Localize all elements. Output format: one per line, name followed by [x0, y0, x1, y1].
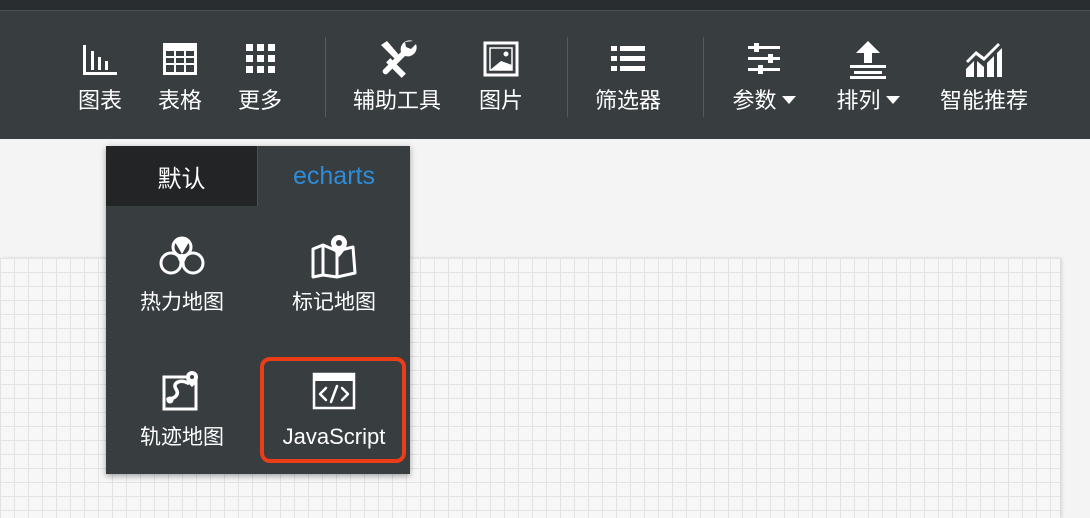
toolbar-item-label: 更多 [237, 89, 282, 114]
toolbar-item-label: 排列 [836, 89, 881, 114]
image-icon [481, 39, 521, 79]
map-chart-dropdown: 默认 echarts 热力地图 标记地图 轨迹地图 JavaScript [106, 146, 410, 474]
dropdown-tabs: 默认 echarts [106, 146, 410, 206]
toolbar-item-label: 表格 [157, 89, 202, 114]
list-filter-icon [608, 39, 648, 79]
toolbar-smart-recommend-button[interactable]: 智能推荐 [932, 11, 1036, 139]
caret-down-icon [781, 96, 796, 104]
toolbar-table-button[interactable]: 表格 [150, 11, 210, 139]
toolbar-more-button[interactable]: 更多 [230, 11, 290, 139]
table-icon [160, 39, 200, 79]
toolbar-tools-button[interactable]: 辅助工具 [345, 11, 449, 139]
toolbar-item-label: 筛选器 [594, 89, 661, 114]
toolbar-item-label: 图片 [478, 89, 523, 114]
caret-down-icon [885, 96, 900, 104]
tab-default[interactable]: 默认 [106, 146, 257, 206]
bar-chart-icon [80, 39, 120, 79]
toolbar-filter-button[interactable]: 筛选器 [588, 11, 668, 139]
toolbar-params-label-wrap: 参数 [732, 87, 796, 117]
javascript-item[interactable]: JavaScript [264, 341, 404, 451]
marker-map-item[interactable]: 标记地图 [264, 206, 404, 316]
grid-dots-icon [240, 39, 280, 79]
toolbar-item-label: 智能推荐 [939, 89, 1028, 114]
map-item-label: 轨迹地图 [140, 425, 224, 449]
heatmap-item[interactable]: 热力地图 [112, 206, 252, 316]
toolbar-params-dropdown[interactable]: 参数 [724, 11, 804, 139]
trajectory-map-icon [160, 369, 204, 413]
map-item-label: JavaScript [282, 424, 386, 449]
marker-map-icon [309, 234, 359, 279]
toolbar-item-label: 图表 [77, 89, 122, 114]
toolbar-arrange-label-wrap: 排列 [836, 87, 900, 117]
code-window-icon [311, 369, 357, 413]
tab-echarts[interactable]: echarts [258, 146, 410, 206]
toolbar-item-label: 辅助工具 [352, 89, 441, 114]
tools-icon [375, 39, 419, 79]
toolbar-divider [325, 37, 326, 117]
heatmap-icon [157, 234, 207, 278]
toolbar-arrange-dropdown[interactable]: 排列 [828, 11, 908, 139]
map-item-label: 热力地图 [140, 290, 224, 314]
sliders-icon [744, 39, 784, 79]
map-item-label: 标记地图 [292, 290, 376, 314]
main-toolbar: 图表 表格 更多 辅助工具 图片 筛选器 参数 排列 智能推荐 [0, 10, 1090, 139]
toolbar-item-label: 参数 [732, 89, 777, 114]
window-top-strip [0, 0, 1090, 10]
arrange-icon [846, 39, 890, 79]
toolbar-divider [567, 37, 568, 117]
smart-chart-icon [962, 39, 1006, 79]
toolbar-divider [703, 37, 704, 117]
toolbar-chart-button[interactable]: 图表 [70, 11, 130, 139]
trajectory-map-item[interactable]: 轨迹地图 [112, 341, 252, 451]
toolbar-image-button[interactable]: 图片 [471, 11, 531, 139]
